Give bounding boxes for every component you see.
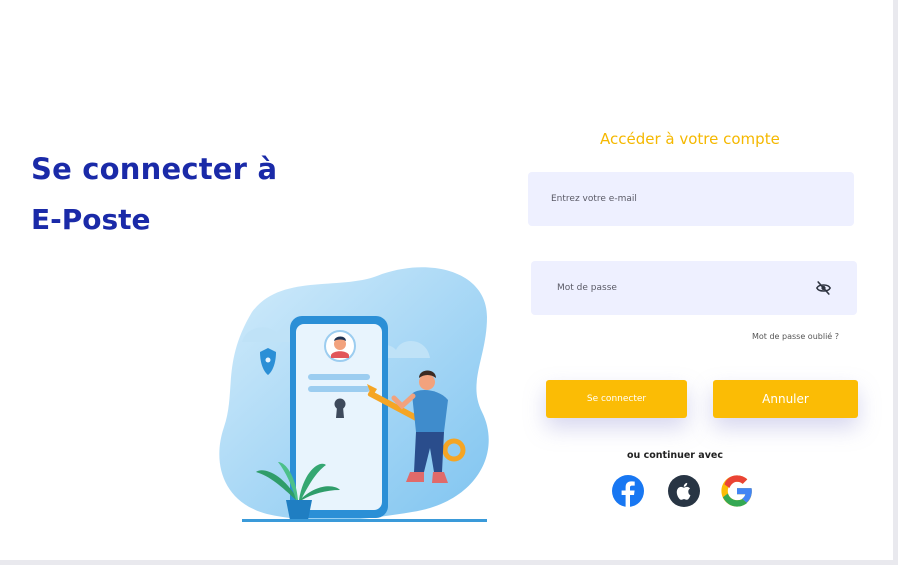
google-icon[interactable] — [720, 474, 754, 508]
hero-subtitle: E-Poste — [31, 203, 151, 236]
alternative-login-label: ou continuer avec — [627, 450, 723, 461]
email-input[interactable] — [528, 172, 854, 226]
form-title: Accéder à votre compte — [600, 130, 780, 148]
email-field-container — [528, 172, 854, 226]
forgot-password-link[interactable]: Mot de passe oublié ? — [752, 332, 839, 341]
password-input[interactable] — [531, 261, 857, 315]
window-right-border — [893, 0, 898, 565]
hero-title: Se connecter à — [31, 152, 278, 186]
apple-icon[interactable] — [667, 474, 701, 508]
login-illustration — [219, 267, 489, 522]
cancel-button[interactable]: Annuler — [713, 380, 858, 418]
password-field-container — [531, 261, 857, 315]
login-button[interactable]: Se connecter — [546, 380, 687, 418]
facebook-icon[interactable] — [611, 474, 645, 508]
eye-off-icon[interactable] — [815, 280, 832, 296]
window-bottom-border — [0, 560, 898, 565]
